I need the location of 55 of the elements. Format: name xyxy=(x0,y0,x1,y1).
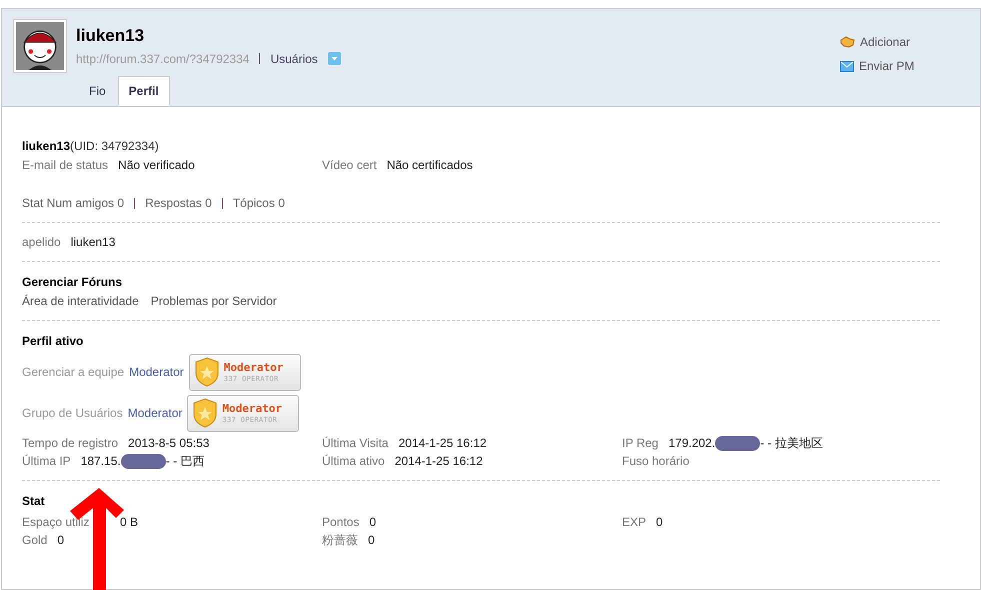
add-friend-link[interactable]: Adicionar xyxy=(840,36,968,48)
section-title: Perfil ativo xyxy=(22,333,84,350)
stat-count: Respostas 0 xyxy=(145,195,212,212)
field-value: 2014-1-25 16:12 xyxy=(394,453,483,470)
field-label: 粉蔷薇 xyxy=(322,532,358,549)
field-label: Grupo de Usuários xyxy=(22,405,123,422)
shield-star-icon xyxy=(194,357,220,387)
section-title: Gerenciar Fóruns xyxy=(22,274,124,291)
avatar-icon xyxy=(14,20,66,72)
badge-title: Moderator xyxy=(224,362,284,372)
field-value: 0 xyxy=(656,514,663,531)
role-link[interactable]: Moderator xyxy=(128,404,182,422)
field-label: EXP xyxy=(622,514,646,531)
forum-name: Problemas por Servidor xyxy=(150,293,277,310)
field-label: Tempo de registro xyxy=(22,435,118,452)
field-value: 0 xyxy=(57,532,64,549)
role-link[interactable]: Moderator xyxy=(129,363,184,381)
field-value: 187.15. xyxy=(80,453,121,470)
field-label: apelido xyxy=(22,234,61,251)
field-label: Pontos xyxy=(322,514,360,531)
field-value: 2014-1-25 16:12 xyxy=(398,435,487,452)
field-value: Não verificado xyxy=(118,157,195,174)
field-value: 0 B xyxy=(120,514,138,531)
field-label: IP Reg xyxy=(622,435,658,452)
field-value: 0 xyxy=(368,532,375,549)
send-message-link[interactable]: Enviar PM xyxy=(840,60,968,72)
stat-count: Tópicos 0 xyxy=(232,195,285,212)
field-label: Gold xyxy=(22,532,48,549)
field-label: Fuso horário xyxy=(622,453,690,470)
field-label: Vídeo cert xyxy=(322,157,377,174)
field-value: Não certificados xyxy=(386,157,473,174)
dropdown-icon[interactable] xyxy=(328,52,341,65)
forum-name: Área de interatividade xyxy=(22,293,139,310)
field-label: Última IP xyxy=(22,453,71,470)
shield-star-icon xyxy=(192,398,218,428)
field-value: 2013-8-5 05:53 xyxy=(128,435,210,452)
field-value: 179.202. xyxy=(668,435,716,452)
field-label: Última Visita xyxy=(322,435,388,452)
tab[interactable]: Fio xyxy=(77,76,118,106)
location-text: - - 巴西 xyxy=(166,453,204,470)
stat-count: Stat Num amigos 0 xyxy=(22,195,124,212)
field-label: Gerenciar a equipe xyxy=(22,364,124,381)
badge-title: Moderator xyxy=(222,402,282,414)
section-title: Stat xyxy=(22,493,46,510)
field-value: liuken13 xyxy=(70,234,116,251)
field-label: E-mail de status xyxy=(22,157,108,174)
envelope-icon xyxy=(840,60,854,72)
username: liuken13 xyxy=(76,25,146,47)
group-link[interactable]: Usuários xyxy=(270,50,318,68)
tab[interactable]: Perfil xyxy=(118,76,170,106)
profile-name: liuken13(UID: 34792334) xyxy=(22,138,159,155)
field-label: Espaço utiliz xyxy=(22,514,90,531)
field-label: Última ativo xyxy=(322,453,385,470)
field-value: 0 xyxy=(369,514,376,531)
location-text: - - 拉美地区 xyxy=(760,435,823,452)
